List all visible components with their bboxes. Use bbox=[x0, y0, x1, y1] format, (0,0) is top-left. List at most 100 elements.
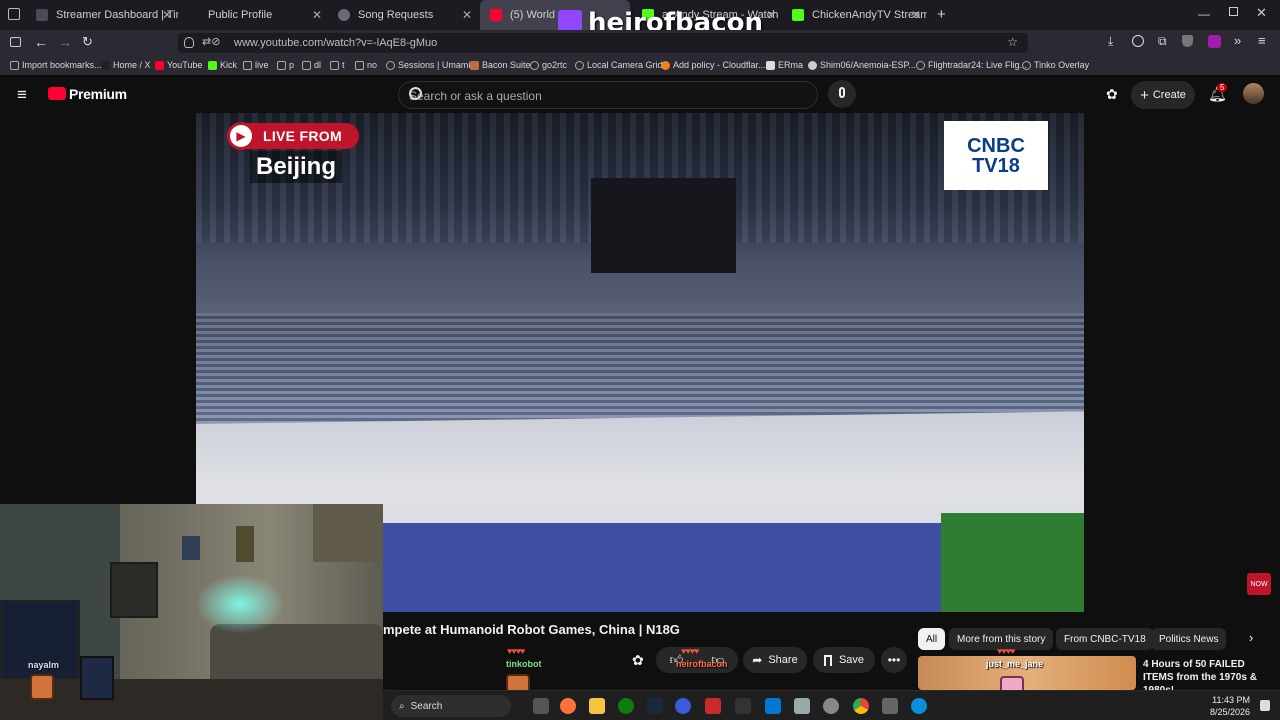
new-tab-icon[interactable]: + bbox=[937, 6, 946, 23]
bookmark-item[interactable]: Add policy - Cloudflar... bbox=[661, 60, 766, 70]
folder-icon bbox=[330, 60, 339, 70]
bookmark-folder[interactable]: p bbox=[277, 60, 294, 70]
browser-tab[interactable]: ChickenAndyTV Stream - W ✕ bbox=[782, 0, 927, 30]
page-actions-icon[interactable]: ☆ bbox=[1007, 35, 1018, 49]
bookmark-item[interactable]: Kick bbox=[208, 60, 237, 70]
now-badge[interactable]: NOW bbox=[1247, 573, 1271, 595]
search-box[interactable]: Search or ask a question bbox=[398, 81, 818, 109]
share-button[interactable]: ➦ Share bbox=[743, 647, 807, 673]
x-logo-icon bbox=[101, 60, 110, 70]
forward-icon[interactable]: → bbox=[58, 34, 72, 50]
bookmark-item[interactable]: go2rtc bbox=[530, 60, 567, 70]
youtube-logo-icon[interactable] bbox=[48, 87, 66, 100]
more-actions-button[interactable]: ••• bbox=[881, 647, 907, 673]
create-button[interactable]: + Create bbox=[1131, 81, 1195, 109]
hamburger-menu-icon[interactable]: ≡ bbox=[17, 85, 27, 105]
shield-icon[interactable] bbox=[1182, 35, 1193, 47]
folder-icon bbox=[243, 60, 252, 70]
bookmark-item[interactable]: Shim06/Anemoia-ESP... bbox=[808, 60, 916, 70]
reload-icon[interactable]: ↻ bbox=[82, 34, 93, 50]
search-input[interactable]: Search or ask a question bbox=[409, 89, 542, 103]
bookmark-folder[interactable]: dl bbox=[302, 60, 321, 70]
edge-icon[interactable] bbox=[911, 698, 927, 714]
site-info-icon[interactable] bbox=[184, 37, 194, 48]
app-icon[interactable] bbox=[882, 698, 898, 714]
app-icon[interactable] bbox=[705, 698, 721, 714]
cast-icon[interactable]: ✿ bbox=[632, 652, 644, 669]
app-icon[interactable] bbox=[675, 698, 691, 714]
save-button[interactable]: Save bbox=[813, 647, 875, 673]
tab-label: Streamer Dashboard | Tinkobot bbox=[56, 9, 178, 21]
browser-tab[interactable]: Song Requests ✕ bbox=[328, 0, 478, 30]
bookmark-folder[interactable]: t bbox=[330, 60, 345, 70]
tab-favicon-icon bbox=[188, 9, 200, 21]
bookmark-item[interactable]: Bacon Suite bbox=[470, 60, 531, 70]
account-icon[interactable] bbox=[1132, 35, 1144, 47]
cloudflare-icon bbox=[661, 60, 670, 70]
import-icon bbox=[10, 60, 19, 70]
back-icon[interactable]: ← bbox=[34, 34, 48, 50]
address-bar[interactable]: ⇄⊘ www.youtube.com/watch?v=-lAqE8-gMuo ☆ bbox=[178, 33, 1028, 53]
bookmark-folder[interactable]: live bbox=[243, 60, 269, 70]
bookmark-item[interactable]: Home / X bbox=[101, 60, 151, 70]
browser-tab[interactable]: Streamer Dashboard | Tinkobot ✕ bbox=[26, 0, 178, 30]
close-tab-icon[interactable]: ✕ bbox=[911, 8, 921, 22]
kick-favicon-icon bbox=[792, 9, 804, 21]
bookmark-item[interactable]: Sessions | Umami bbox=[386, 60, 470, 70]
tab-list-icon[interactable] bbox=[8, 8, 20, 20]
task-view-icon[interactable] bbox=[533, 698, 549, 714]
bookmark-folder[interactable]: no bbox=[355, 60, 377, 70]
youtube-premium-logo[interactable]: Premium bbox=[69, 86, 127, 102]
firefox-icon[interactable] bbox=[560, 698, 576, 714]
bookmark-item[interactable]: Local Camera Grid bbox=[575, 60, 663, 70]
play-icon: ▶ bbox=[227, 122, 255, 150]
browser-tab[interactable]: Public Profile ✕ bbox=[178, 0, 328, 30]
search-icon[interactable] bbox=[409, 87, 422, 100]
chat-username: heirofbacon bbox=[676, 659, 728, 669]
youtube-header: ≡ Premium Search or ask a question ✿ + C… bbox=[0, 77, 1280, 113]
menu-icon[interactable]: ≡ bbox=[1258, 33, 1266, 48]
app-icon[interactable] bbox=[823, 698, 839, 714]
close-tab-icon[interactable]: ✕ bbox=[766, 8, 776, 22]
go2rtc-icon bbox=[530, 60, 539, 70]
folder-icon bbox=[355, 60, 364, 70]
chat-username: just_me_jane bbox=[986, 659, 1044, 669]
bookmark-item[interactable]: YouTube bbox=[155, 60, 202, 70]
chip-politics-news[interactable]: Politics News bbox=[1151, 628, 1227, 650]
chip-from-channel[interactable]: From CNBC-TV18 bbox=[1056, 628, 1154, 650]
minimize-icon[interactable]: — bbox=[1198, 7, 1210, 21]
chip-all[interactable]: All bbox=[918, 628, 946, 650]
permissions-icon[interactable]: ⇄⊘ bbox=[202, 35, 220, 48]
xbox-icon[interactable] bbox=[618, 698, 634, 714]
notification-center-icon[interactable] bbox=[1260, 700, 1270, 711]
close-tab-icon[interactable]: ✕ bbox=[162, 8, 172, 22]
terminal-icon[interactable] bbox=[735, 698, 751, 714]
restore-icon[interactable] bbox=[1229, 7, 1238, 16]
vscode-icon[interactable] bbox=[765, 698, 781, 714]
taskbar-clock[interactable]: 11:43 PM 8/25/2026 bbox=[1210, 694, 1250, 718]
close-tab-icon[interactable]: ✕ bbox=[462, 8, 472, 22]
sidebar-toggle-icon[interactable] bbox=[10, 37, 21, 47]
webcam-picture-frame bbox=[236, 526, 254, 562]
chips-next-icon[interactable]: › bbox=[1249, 630, 1253, 645]
bookmark-item[interactable]: Flightradar24: Live Flig... bbox=[916, 60, 1027, 70]
avatar[interactable] bbox=[1243, 83, 1264, 104]
bookmark-item[interactable]: Import bookmarks... bbox=[10, 60, 102, 70]
downloads-icon[interactable]: ⤓ bbox=[1108, 34, 1113, 49]
extensions-icon[interactable]: ⧉ bbox=[1158, 34, 1167, 49]
chrome-icon[interactable] bbox=[853, 698, 869, 714]
steam-icon[interactable] bbox=[647, 698, 663, 714]
cast-icon[interactable]: ✿ bbox=[1106, 86, 1118, 103]
file-explorer-icon[interactable] bbox=[589, 698, 605, 714]
webcam-desk bbox=[0, 679, 383, 720]
close-window-icon[interactable]: ✕ bbox=[1256, 5, 1267, 21]
overflow-chevron-icon[interactable]: » bbox=[1234, 33, 1241, 48]
share-label: Share bbox=[768, 654, 798, 666]
taskbar-search[interactable]: ⌕ Search bbox=[391, 695, 511, 717]
extension-icon[interactable] bbox=[1208, 35, 1221, 48]
close-tab-icon[interactable]: ✕ bbox=[312, 8, 322, 22]
bookmark-item[interactable]: ERma bbox=[766, 60, 803, 70]
bookmark-item[interactable]: Tinko Overlay bbox=[1022, 60, 1089, 70]
bacon-icon bbox=[470, 60, 479, 70]
app-icon[interactable] bbox=[794, 698, 810, 714]
